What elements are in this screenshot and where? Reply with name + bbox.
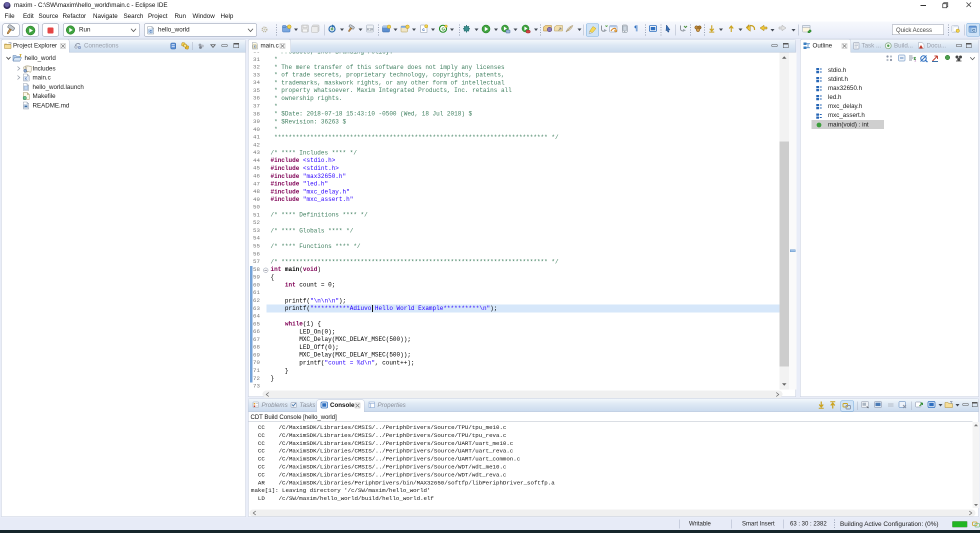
svg-text:c: c — [254, 45, 256, 49]
svg-text:z: z — [915, 59, 917, 63]
svg-text:¶: ¶ — [634, 25, 638, 33]
svg-text:010: 010 — [367, 29, 373, 33]
svg-text:C: C — [972, 28, 975, 33]
svg-text:c: c — [149, 30, 152, 35]
